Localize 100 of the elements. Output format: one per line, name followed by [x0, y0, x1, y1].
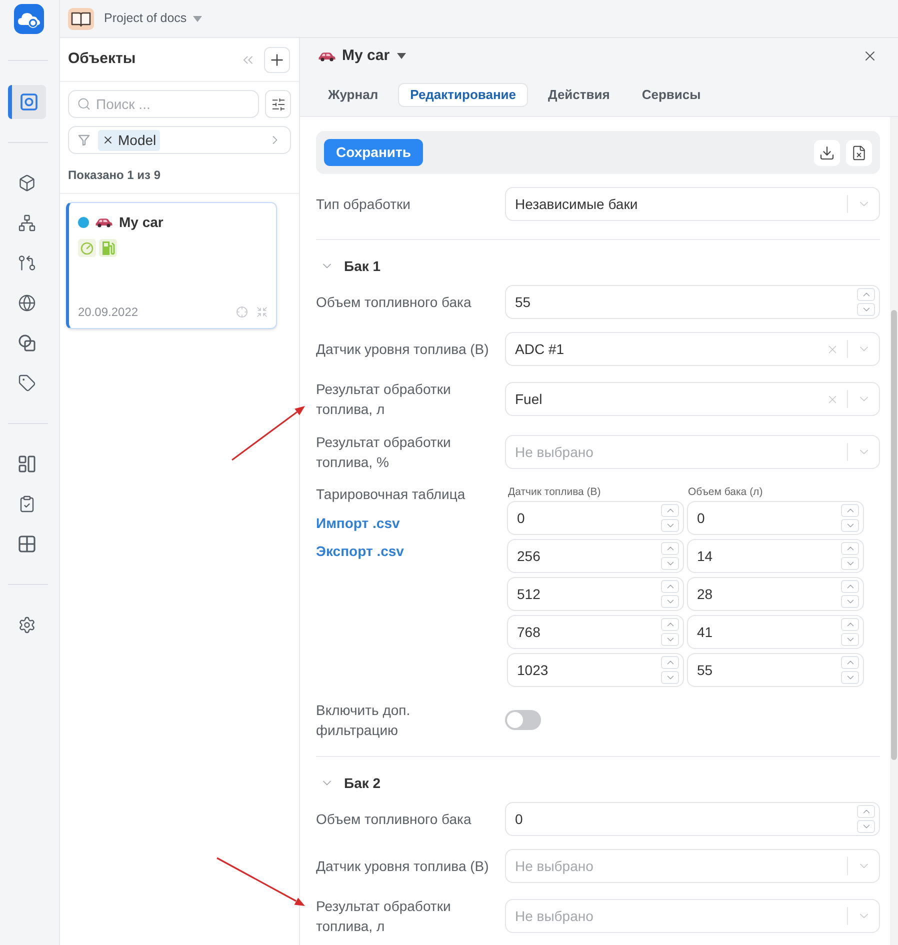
increment-button[interactable] — [661, 580, 679, 593]
filter-bar[interactable]: Model — [68, 126, 291, 154]
field-value: Независимые баки — [515, 194, 638, 214]
field-value: Fuel — [515, 390, 542, 408]
add-button[interactable] — [264, 46, 290, 72]
shrink-icon — [256, 306, 268, 318]
switch-knob — [507, 712, 523, 728]
select-field[interactable]: Fuel — [505, 382, 880, 416]
download-button[interactable] — [814, 140, 840, 166]
branch-icon — [18, 254, 36, 272]
increment-button[interactable] — [661, 504, 679, 517]
field-value: 0 — [517, 508, 525, 528]
decrement-button[interactable] — [661, 595, 679, 608]
number-field[interactable]: 768 — [507, 615, 684, 649]
globe-icon — [18, 294, 36, 312]
decrement-button[interactable] — [841, 557, 859, 570]
caret-down-icon — [192, 16, 202, 22]
field-value: 55 — [515, 292, 531, 312]
car-icon — [95, 217, 113, 228]
tab[interactable]: Редактирование — [398, 83, 528, 107]
field-value: 256 — [517, 546, 540, 566]
placeholder-text: Не выбрано — [515, 442, 594, 462]
decrement-button[interactable] — [841, 595, 859, 608]
field-label: Тип обработки — [316, 195, 412, 214]
funnel-icon — [78, 134, 90, 146]
book-icon — [68, 8, 94, 30]
results-count: Показано 1 из 9 — [68, 168, 161, 182]
hierarchy-icon — [18, 214, 36, 232]
number-field[interactable]: 28 — [687, 577, 864, 611]
cube-icon — [18, 174, 36, 192]
search-icon — [77, 97, 91, 111]
save-button[interactable]: Сохранить — [324, 139, 423, 166]
field-value: 0 — [515, 810, 523, 828]
link[interactable]: Экспорт .csv — [316, 542, 404, 560]
export-file-button[interactable] — [846, 140, 872, 166]
section-header[interactable]: Бак 2 — [316, 773, 381, 793]
decrement-button[interactable] — [857, 820, 875, 833]
increment-button[interactable] — [841, 656, 859, 669]
number-field[interactable]: 0 — [687, 501, 864, 535]
crosshair-icon — [236, 306, 248, 318]
object-name: My car — [119, 213, 164, 232]
decrement-button[interactable] — [661, 557, 679, 570]
object-title[interactable]: My car — [342, 44, 406, 68]
placeholder-text: Поиск ... — [96, 94, 150, 114]
tab[interactable]: Действия — [536, 83, 622, 107]
sliders-icon — [270, 96, 286, 112]
field-label: Датчик уровня топлива (В) — [316, 340, 490, 359]
number-field[interactable]: 55 — [687, 653, 864, 687]
project-selector[interactable]: Project of docs — [104, 9, 202, 28]
field-value: 512 — [517, 584, 540, 604]
remove-icon — [102, 134, 114, 146]
decrement-button[interactable] — [841, 633, 859, 646]
toggle-switch[interactable] — [505, 710, 541, 730]
number-field[interactable]: 41 — [687, 615, 864, 649]
number-field[interactable]: 1023 — [507, 653, 684, 687]
decrement-button[interactable] — [841, 671, 859, 684]
filter-settings-button[interactable] — [265, 90, 291, 118]
increment-button[interactable] — [841, 580, 859, 593]
increment-button[interactable] — [857, 805, 875, 818]
field-value: 28 — [697, 584, 713, 604]
increment-button[interactable] — [661, 656, 679, 669]
panels-icon — [18, 455, 36, 473]
increment-button[interactable] — [661, 542, 679, 555]
column-header: Датчик топлива (В) — [507, 485, 602, 499]
decrement-button[interactable] — [661, 633, 679, 646]
column-header: Объем бака (л) — [687, 485, 764, 499]
increment-button[interactable] — [857, 288, 875, 301]
decrement-button[interactable] — [661, 519, 679, 532]
number-field[interactable]: 512 — [507, 577, 684, 611]
select-field[interactable]: ADC #1 — [505, 332, 880, 366]
field-label: Включить доп. фильтрацию — [316, 701, 412, 740]
tab[interactable]: Журнал — [316, 83, 390, 107]
grid-icon — [18, 535, 36, 553]
object-date: 20.09.2022 — [78, 304, 138, 321]
number-field[interactable]: 0 — [507, 501, 684, 535]
object-card[interactable]: My car 20.09.2022 — [66, 202, 277, 329]
sidebar-item[interactable] — [8, 85, 46, 119]
tag-icon — [18, 374, 36, 392]
increment-button[interactable] — [841, 542, 859, 555]
decrement-button[interactable] — [841, 519, 859, 532]
decrement-button[interactable] — [661, 671, 679, 684]
number-field[interactable]: 14 — [687, 539, 864, 573]
link[interactable]: Импорт .csv — [316, 514, 400, 532]
field-value: 55 — [697, 660, 713, 680]
select-field[interactable]: Независимые баки — [505, 187, 880, 221]
overlapping-shapes-icon — [18, 334, 36, 352]
section-header[interactable]: Бак 1 — [316, 256, 381, 276]
filter-chip[interactable]: Model — [98, 130, 160, 150]
number-field[interactable]: 0 — [505, 802, 880, 836]
tab[interactable]: Сервисы — [630, 83, 713, 107]
number-field[interactable]: 256 — [507, 539, 684, 573]
number-field[interactable]: 55 — [505, 285, 880, 319]
field-value: 41 — [697, 622, 713, 642]
increment-button[interactable] — [661, 618, 679, 631]
field-label: Объем топливного бака — [316, 293, 472, 312]
car-icon — [318, 50, 336, 62]
increment-button[interactable] — [841, 618, 859, 631]
increment-button[interactable] — [841, 504, 859, 517]
scrollbar-thumb[interactable] — [891, 310, 897, 760]
decrement-button[interactable] — [857, 303, 875, 316]
